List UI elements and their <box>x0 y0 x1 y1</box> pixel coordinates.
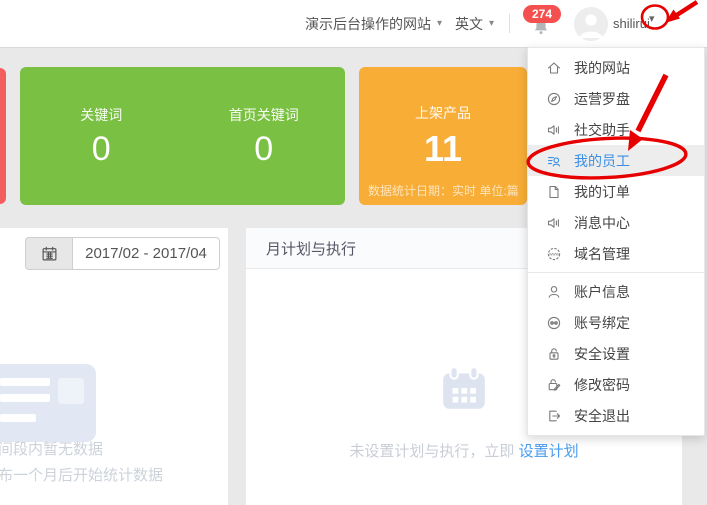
language-selector-label: 英文 <box>455 14 483 34</box>
person-icon <box>546 284 562 300</box>
notification-count-badge[interactable]: 274 <box>523 5 561 23</box>
keyword-stats-panel: 间段内暂无数据 布一个月后开始统计数据 <box>0 228 228 505</box>
stat-value: 11 <box>359 129 527 169</box>
stat-card-red-partial <box>0 68 6 204</box>
stat-card-products: 上架产品 11 数据统计日期：实时 单位:篇 <box>359 67 527 205</box>
edit-password-icon <box>546 377 562 393</box>
menu-item-domain-management[interactable]: www 域名管理 <box>528 238 704 269</box>
menu-item-my-staff[interactable]: 我的员工 <box>528 145 704 176</box>
menu-item-label: 修改密码 <box>574 375 630 395</box>
topbar-divider <box>509 14 510 33</box>
chevron-down-icon: ▾ <box>437 19 442 29</box>
home-icon <box>546 60 562 76</box>
empty-text-line1: 间段内暂无数据 <box>0 438 103 459</box>
calendar-icon <box>41 245 58 262</box>
topbar: 演示后台操作的网站 ▾ 英文 ▾ 274 shilirui ▾ <box>0 0 707 48</box>
menu-item-account-info[interactable]: 账户信息 <box>528 276 704 307</box>
menu-item-label: 账户信息 <box>574 282 630 302</box>
plan-empty-text: 未设置计划与执行，立即 设置计划 <box>246 440 682 461</box>
menu-item-label: 账号绑定 <box>574 313 630 333</box>
svg-text:www: www <box>549 251 559 256</box>
speaker-icon <box>546 215 562 231</box>
user-dropdown-menu: 我的网站 运营罗盘 社交助手 我的员工 <box>527 47 705 436</box>
menu-item-label: 域名管理 <box>574 244 630 264</box>
stat-label: 上架产品 <box>359 103 527 123</box>
link-icon <box>546 315 562 331</box>
menu-item-label: 我的订单 <box>574 182 630 202</box>
stat-keywords: 关键词 0 <box>20 67 183 205</box>
menu-item-message-center[interactable]: 消息中心 <box>528 207 704 238</box>
language-selector[interactable]: 英文 ▾ <box>455 0 494 47</box>
menu-item-security-settings[interactable]: 安全设置 <box>528 338 704 369</box>
user-menu-chevron-icon[interactable]: ▾ <box>649 12 655 25</box>
speaker-icon <box>546 122 562 138</box>
menu-item-logout[interactable]: 安全退出 <box>528 400 704 431</box>
empty-text-line2: 布一个月后开始统计数据 <box>0 464 163 485</box>
site-selector-label: 演示后台操作的网站 <box>305 14 431 34</box>
compass-icon <box>546 91 562 107</box>
www-globe-icon: www <box>546 246 562 262</box>
empty-report-icon <box>0 362 98 449</box>
menu-item-label: 安全退出 <box>574 406 630 426</box>
plan-empty-label: 未设置计划与执行，立即 <box>349 443 518 460</box>
logout-icon <box>546 408 562 424</box>
menu-item-label: 我的网站 <box>574 58 630 78</box>
username-label: shilirui <box>613 0 650 47</box>
menu-item-account-binding[interactable]: 账号绑定 <box>528 307 704 338</box>
menu-item-label: 运营罗盘 <box>574 89 630 109</box>
menu-divider <box>528 272 704 273</box>
calendar-addon-button[interactable] <box>25 237 72 270</box>
set-plan-link[interactable]: 设置计划 <box>519 443 579 460</box>
stat-label: 关键词 <box>20 105 183 125</box>
find-person-icon <box>546 153 562 169</box>
document-icon <box>546 184 562 200</box>
avatar-person-icon <box>574 7 608 41</box>
menu-item-label: 社交助手 <box>574 120 630 140</box>
date-range-picker <box>25 237 220 270</box>
stat-value: 0 <box>20 131 183 168</box>
site-selector[interactable]: 演示后台操作的网站 ▾ <box>305 0 442 47</box>
menu-item-operation-compass[interactable]: 运营罗盘 <box>528 83 704 114</box>
date-range-input[interactable] <box>72 237 220 270</box>
menu-item-label: 我的员工 <box>574 151 630 171</box>
menu-item-change-password[interactable]: 修改密码 <box>528 369 704 400</box>
dashboard-screen: { "topbar": { "site_selector": "演示后台操作的网… <box>0 0 707 505</box>
stat-value: 0 <box>183 131 346 168</box>
lock-icon <box>546 346 562 362</box>
stat-homepage-keywords: 首页关键词 0 <box>183 67 346 205</box>
menu-item-my-website[interactable]: 我的网站 <box>528 52 704 83</box>
menu-item-social-assistant[interactable]: 社交助手 <box>528 114 704 145</box>
menu-item-label: 消息中心 <box>574 213 630 233</box>
stat-label: 首页关键词 <box>183 105 346 125</box>
panel-title: 月计划与执行 <box>266 238 356 259</box>
stat-products: 上架产品 11 <box>359 67 527 169</box>
menu-item-label: 安全设置 <box>574 344 630 364</box>
stat-footnote: 数据统计日期：实时 单位:篇 <box>368 182 519 199</box>
stat-card-keywords: 关键词 0 首页关键词 0 <box>20 67 345 205</box>
avatar[interactable] <box>574 7 608 41</box>
menu-item-my-orders[interactable]: 我的订单 <box>528 176 704 207</box>
chevron-down-icon: ▾ <box>489 19 494 29</box>
